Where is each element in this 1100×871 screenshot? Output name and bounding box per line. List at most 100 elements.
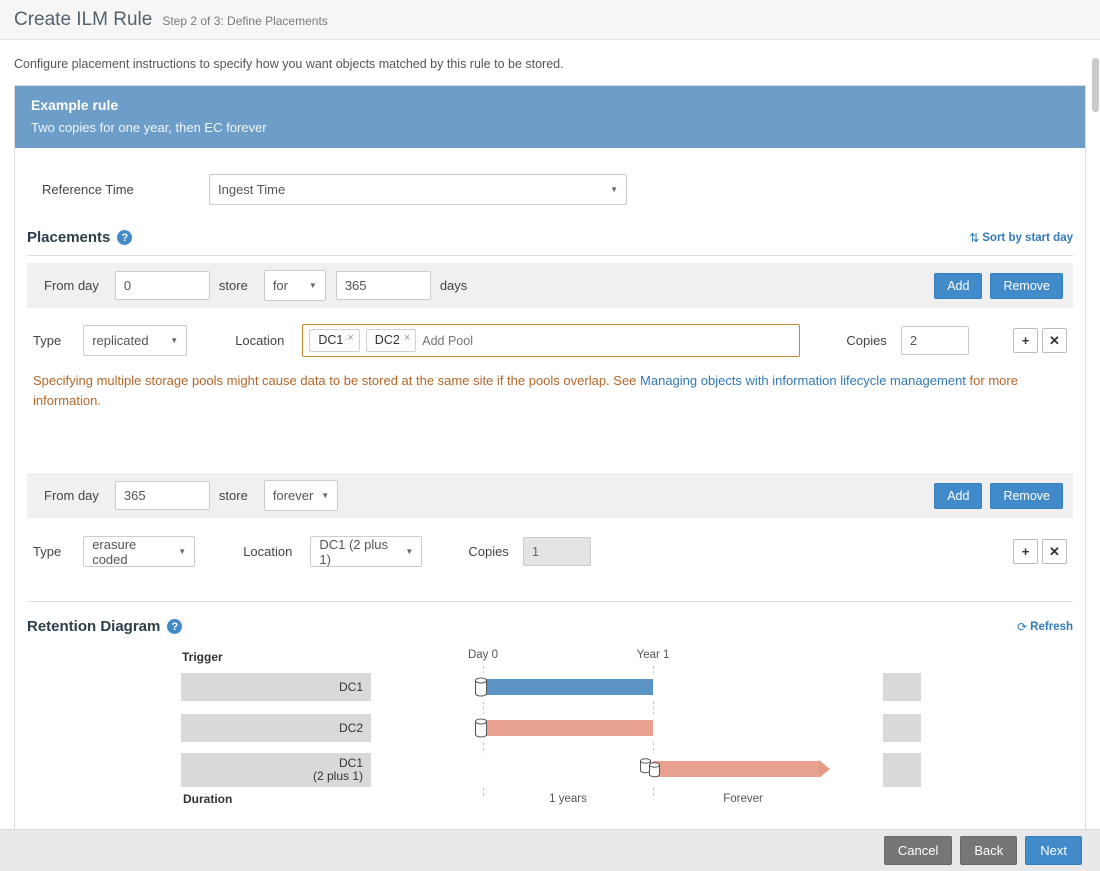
wizard-header: Create ILM Rule Step 2 of 3: Define Plac… — [0, 0, 1100, 40]
divider — [27, 601, 1073, 602]
add-placement-button[interactable]: Add — [934, 483, 982, 509]
store-mode-select[interactable]: forever ▼ — [264, 480, 338, 511]
storage-cylinder-icon — [474, 677, 488, 700]
ec-scheme-select[interactable]: DC1 (2 plus 1) ▼ — [310, 536, 422, 567]
chevron-down-icon: ▼ — [610, 185, 618, 194]
refresh-icon: ⟳ — [1017, 620, 1027, 634]
store-mode-value: forever — [273, 488, 313, 503]
cancel-button[interactable]: Cancel — [884, 836, 952, 865]
retention-title-text: Retention Diagram — [27, 618, 160, 635]
scrollbar-thumb[interactable] — [1092, 58, 1099, 112]
type-value: erasure coded — [92, 537, 170, 567]
add-location-button[interactable]: + — [1013, 539, 1038, 564]
location-label: Location — [235, 333, 284, 348]
back-button[interactable]: Back — [960, 836, 1017, 865]
storage-pool-tag-input[interactable]: DC1 × DC2 × — [302, 324, 800, 357]
diagram-row-label-scheme: (2 plus 1) — [181, 770, 363, 783]
remove-placement-button[interactable]: Remove — [990, 483, 1063, 509]
delete-location-button[interactable]: ✕ — [1042, 539, 1067, 564]
wizard-step-label: Step 2 of 3: Define Placements — [162, 14, 327, 28]
store-label: store — [219, 488, 248, 503]
retention-diagram-title: Retention Diagram ? — [27, 618, 182, 635]
multiple-pools-warning: Specifying multiple storage pools might … — [33, 371, 1063, 411]
from-day-input[interactable] — [115, 271, 210, 300]
wizard-footer: Cancel Back Next — [0, 829, 1100, 871]
intro-text: Configure placement instructions to spec… — [0, 40, 1100, 85]
refresh-link[interactable]: ⟳ Refresh — [1017, 620, 1073, 634]
axis-day0-label: Day 0 — [468, 649, 498, 661]
store-mode-value: for — [273, 278, 288, 293]
remove-placement-button[interactable]: Remove — [990, 273, 1063, 299]
page-title: Create ILM Rule — [14, 9, 152, 31]
pool-tag-dc1: DC1 × — [309, 329, 359, 352]
duration-input[interactable] — [336, 271, 431, 300]
delete-location-button[interactable]: ✕ — [1042, 328, 1067, 353]
managing-objects-link[interactable]: Managing objects with information lifecy… — [640, 373, 966, 388]
axis-year1-label: Year 1 — [637, 649, 670, 661]
days-label: days — [440, 278, 467, 293]
placement-row-1: From day store for ▼ days Add Remove — [27, 263, 1073, 308]
diagram-row-label-text: DC2 — [181, 722, 363, 735]
one-years-label: 1 years — [549, 793, 587, 805]
refresh-link-label: Refresh — [1030, 621, 1073, 633]
chevron-down-icon: ▼ — [178, 547, 186, 556]
type-value: replicated — [92, 333, 148, 348]
diagram-row-label: DC1 (2 plus 1) — [181, 753, 363, 787]
placements-title: Placements ? — [27, 229, 132, 246]
type-select[interactable]: replicated ▼ — [83, 325, 187, 356]
placement-panel: Example rule Two copies for one year, th… — [14, 85, 1086, 838]
diagram-row-label: DC2 — [181, 714, 363, 742]
type-label: Type — [33, 544, 61, 559]
placement-row-2: From day store forever ▼ Add Remove — [27, 473, 1073, 518]
chevron-down-icon: ▼ — [405, 547, 413, 556]
chevron-down-icon: ▼ — [170, 336, 178, 345]
from-day-input[interactable] — [115, 481, 210, 510]
pool-tag-label: DC1 — [318, 333, 343, 347]
store-label: store — [219, 278, 248, 293]
diagram-row-label: DC1 — [181, 673, 363, 701]
retention-diagram: Trigger Day 0 Year 1 DC1 — [27, 647, 1073, 811]
ec-scheme-value: DC1 (2 plus 1) — [319, 537, 397, 567]
copies-label: Copies — [846, 333, 886, 348]
add-location-button[interactable]: + — [1013, 328, 1038, 353]
erasure-coded-bar — [653, 761, 819, 777]
placement-detail-row-2: Type erasure coded ▼ Location DC1 (2 plu… — [33, 536, 1067, 567]
from-day-label: From day — [44, 278, 99, 293]
reference-time-value: Ingest Time — [218, 182, 285, 197]
help-icon[interactable]: ? — [117, 230, 132, 245]
placement-detail-row-1: Type replicated ▼ Location DC1 × DC2 × C… — [33, 324, 1067, 357]
pool-tag-dc2: DC2 × — [366, 329, 416, 352]
sort-by-start-day-link[interactable]: ⇅ Sort by start day — [969, 231, 1073, 245]
warning-text-before: Specifying multiple storage pools might … — [33, 373, 636, 388]
forever-arrow-icon — [819, 760, 830, 778]
forever-label: Forever — [723, 793, 763, 805]
type-select[interactable]: erasure coded ▼ — [83, 536, 195, 567]
panel-body: Reference Time Ingest Time ▼ Placements … — [15, 174, 1085, 837]
add-pool-input[interactable] — [422, 334, 793, 348]
storage-cylinder-icon — [474, 718, 488, 741]
placements-header: Placements ? ⇅ Sort by start day — [27, 229, 1073, 246]
copies-label: Copies — [468, 544, 508, 559]
copies-input[interactable] — [901, 326, 969, 355]
diagram-row-label-text: DC1 — [181, 681, 363, 694]
example-rule-title: Example rule — [31, 97, 1069, 113]
type-label: Type — [33, 333, 61, 348]
location-label: Location — [243, 544, 292, 559]
double-cylinder-icon — [639, 758, 662, 782]
placements-title-text: Placements — [27, 229, 110, 246]
example-rule-subtitle: Two copies for one year, then EC forever — [31, 120, 1069, 135]
remove-tag-icon[interactable]: × — [347, 333, 353, 343]
from-day-label: From day — [44, 488, 99, 503]
replicated-copy-bar — [483, 720, 653, 736]
reference-time-select[interactable]: Ingest Time ▼ — [209, 174, 627, 205]
store-mode-select[interactable]: for ▼ — [264, 270, 326, 301]
add-placement-button[interactable]: Add — [934, 273, 982, 299]
reference-time-row: Reference Time Ingest Time ▼ — [27, 174, 1073, 205]
divider — [27, 255, 1073, 256]
replicated-copy-bar — [483, 679, 653, 695]
next-button[interactable]: Next — [1025, 836, 1082, 865]
remove-tag-icon[interactable]: × — [404, 333, 410, 343]
duration-label: Duration — [183, 792, 232, 806]
help-icon[interactable]: ? — [167, 619, 182, 634]
diagram-row-dc1: DC1 — [181, 673, 921, 701]
